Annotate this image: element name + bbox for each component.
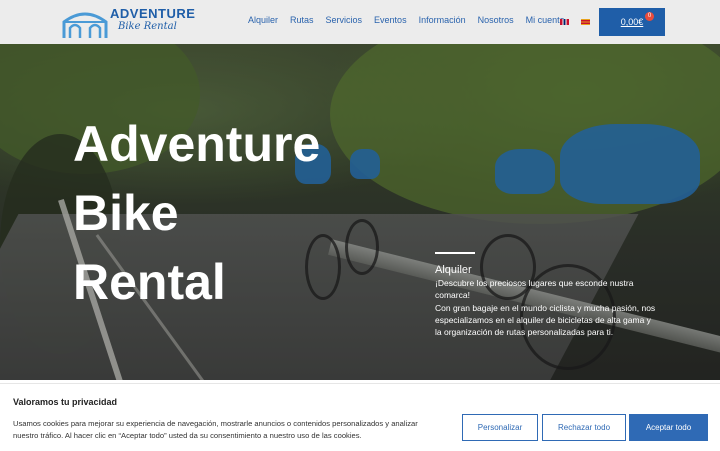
section-heading: Alquiler	[435, 264, 472, 276]
hero-title-line: Adventure	[73, 116, 321, 172]
english-flag-icon[interactable]	[560, 19, 569, 25]
brand-title: ADVENTURE	[110, 6, 196, 21]
accept-all-button[interactable]: Aceptar todo	[629, 414, 708, 441]
nav-item-servicios[interactable]: Servicios	[326, 15, 363, 25]
hero-title-line: Bike	[73, 185, 179, 241]
main-nav: Alquiler Rutas Servicios Eventos Informa…	[248, 15, 565, 25]
hero-title-line: Rental	[73, 254, 226, 310]
brand-subtitle: Bike Rental	[118, 21, 177, 32]
bridge-logo-icon	[62, 12, 108, 38]
cookie-text: Usamos cookies para mejorar su experienc…	[13, 419, 418, 440]
hero-title: Adventure Bike Rental	[73, 110, 320, 317]
customize-button[interactable]: Personalizar	[462, 414, 538, 441]
nav-item-nosotros[interactable]: Nosotros	[478, 15, 514, 25]
description-paragraph: Con gran bagaje en el mundo ciclista y m…	[435, 302, 656, 338]
catalan-flag-icon[interactable]	[581, 19, 590, 25]
brand-logo[interactable]: ADVENTURE Bike Rental	[62, 4, 196, 40]
description-paragraph: ¡Descubre los preciosos lugares que esco…	[435, 278, 634, 301]
nav-item-informacion[interactable]: Información	[419, 15, 466, 25]
cookie-consent-banner: Valoramos tu privacidad Usamos cookies p…	[0, 383, 720, 451]
nav-item-alquiler[interactable]: Alquiler	[248, 15, 278, 25]
section-description: ¡Descubre los preciosos lugares que esco…	[435, 277, 657, 338]
cart-count-badge: 0	[645, 12, 654, 21]
site-header: ADVENTURE Bike Rental Alquiler Rutas Ser…	[0, 0, 720, 44]
reject-all-button[interactable]: Rechazar todo	[542, 414, 626, 441]
cookie-title: Valoramos tu privacidad	[13, 397, 118, 407]
cart-total: 0,00€	[620, 17, 644, 27]
cart-button[interactable]: 0,00€	[599, 8, 665, 36]
nav-item-mi-cuenta[interactable]: Mi cuenta	[526, 15, 565, 25]
section-divider	[435, 252, 475, 254]
nav-item-eventos[interactable]: Eventos	[374, 15, 407, 25]
nav-item-rutas[interactable]: Rutas	[290, 15, 314, 25]
